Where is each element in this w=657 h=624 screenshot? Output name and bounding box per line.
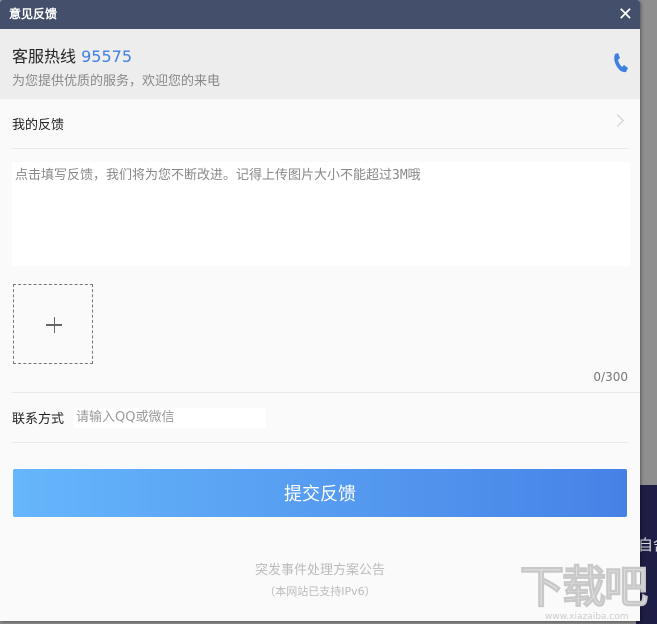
contact-label: 联系方式	[12, 412, 65, 427]
dialog-title: 意见反馈	[9, 7, 58, 21]
watermark-logo: 下载吧	[520, 562, 649, 613]
dialog-titlebar: 意见反馈 ✕	[0, 0, 640, 29]
hotline-subtitle: 为您提供优质的服务，欢迎您的来电	[12, 74, 221, 89]
char-count: 0/300	[12, 370, 640, 393]
hotline-label: 客服热线	[12, 47, 77, 66]
feedback-dialog: 意见反馈 ✕ 客服热线 95575 为您提供优质的服务，欢迎您的来电 我的反馈 …	[0, 0, 640, 621]
contact-row: 联系方式	[12, 393, 628, 443]
phone-icon[interactable]	[612, 53, 628, 73]
my-feedback-link[interactable]: 我的反馈	[12, 99, 628, 149]
submit-button[interactable]: 提交反馈	[13, 469, 627, 517]
upload-image-button[interactable]	[13, 284, 93, 364]
contact-input[interactable]	[74, 407, 267, 428]
chevron-right-icon	[611, 114, 624, 127]
my-feedback-label: 我的反馈	[12, 118, 65, 133]
hotline-section: 客服热线 95575 为您提供优质的服务，欢迎您的来电	[0, 29, 640, 99]
close-icon[interactable]: ✕	[618, 0, 633, 29]
hotline-number: 95575	[81, 47, 133, 66]
watermark-url: www.xiazaiba.com	[545, 612, 629, 622]
feedback-textarea[interactable]	[12, 162, 630, 266]
